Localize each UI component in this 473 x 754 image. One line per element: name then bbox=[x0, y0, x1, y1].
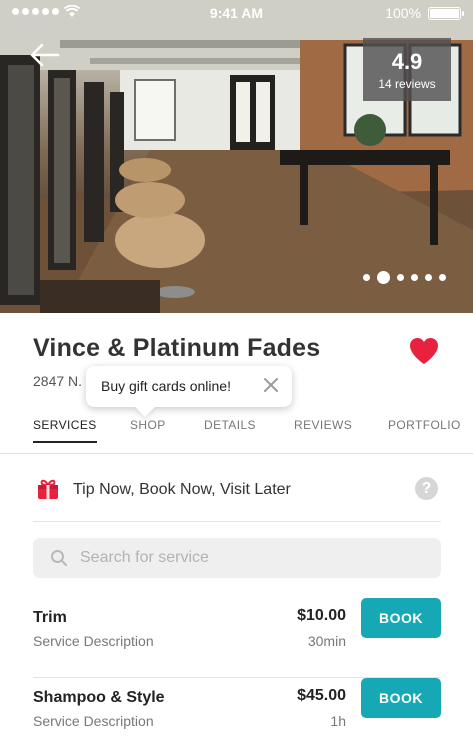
service-name: Trim bbox=[33, 609, 67, 626]
rating-badge[interactable]: 4.9 14 reviews bbox=[363, 38, 451, 101]
service-row[interactable]: Shampoo & Style Service Description $45.… bbox=[33, 678, 441, 754]
carousel-dot[interactable] bbox=[439, 274, 446, 281]
service-description: Service Description bbox=[33, 713, 154, 729]
tab-portfolio[interactable]: PORTFOLIO bbox=[388, 418, 461, 432]
book-button[interactable]: BOOK bbox=[361, 598, 441, 638]
service-description: Service Description bbox=[33, 633, 154, 649]
service-search-box[interactable] bbox=[33, 538, 441, 578]
search-input[interactable] bbox=[80, 538, 420, 578]
business-name: Vince & Platinum Fades bbox=[33, 334, 321, 362]
tooltip-text: Buy gift cards online! bbox=[101, 378, 231, 394]
tab-shop[interactable]: SHOP bbox=[130, 418, 166, 432]
battery-percent: 100% bbox=[385, 5, 421, 21]
tip-label: Tip Now, Book Now, Visit Later bbox=[73, 481, 291, 498]
back-arrow-icon[interactable] bbox=[28, 38, 62, 72]
heart-icon[interactable] bbox=[408, 336, 440, 366]
book-button[interactable]: BOOK bbox=[361, 678, 441, 718]
tab-bar: SERVICES SHOP DETAILS REVIEWS PORTFOLIO bbox=[0, 408, 473, 454]
service-name: Shampoo & Style bbox=[33, 689, 165, 706]
status-bar: 9:41 AM 100% bbox=[0, 0, 473, 26]
battery-icon bbox=[428, 7, 464, 20]
carousel-dot-active[interactable] bbox=[377, 271, 390, 284]
tab-services[interactable]: SERVICES bbox=[33, 418, 97, 443]
gift-icon bbox=[38, 479, 58, 499]
carousel-dot[interactable] bbox=[425, 274, 432, 281]
carousel-dot[interactable] bbox=[397, 274, 404, 281]
hero-photo[interactable]: 9:41 AM 100% 4.9 14 reviews bbox=[0, 0, 473, 313]
service-row[interactable]: Trim Service Description $10.00 30min BO… bbox=[33, 598, 441, 678]
service-duration: 1h bbox=[330, 713, 346, 729]
close-icon[interactable] bbox=[262, 376, 280, 394]
service-price: $45.00 bbox=[297, 687, 346, 704]
review-count: 14 reviews bbox=[378, 77, 436, 91]
carousel-dots[interactable] bbox=[363, 271, 446, 284]
tab-details[interactable]: DETAILS bbox=[204, 418, 256, 432]
gift-card-tooltip[interactable]: Buy gift cards online! bbox=[86, 366, 292, 407]
tip-promo-row[interactable]: Tip Now, Book Now, Visit Later ? bbox=[33, 456, 441, 522]
tab-reviews[interactable]: REVIEWS bbox=[294, 418, 352, 432]
business-address: 2847 N. bbox=[33, 373, 83, 389]
carousel-dot[interactable] bbox=[411, 274, 418, 281]
search-icon bbox=[51, 550, 67, 566]
service-price: $10.00 bbox=[297, 607, 346, 624]
rating-score: 4.9 bbox=[391, 49, 423, 74]
service-duration: 30min bbox=[307, 633, 346, 649]
carousel-dot[interactable] bbox=[363, 274, 370, 281]
help-icon[interactable]: ? bbox=[415, 477, 438, 500]
